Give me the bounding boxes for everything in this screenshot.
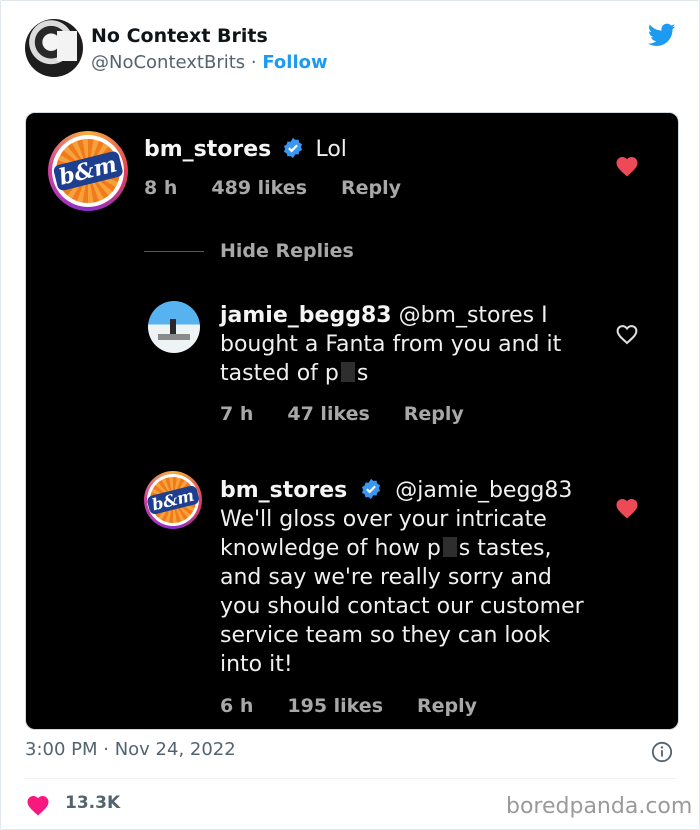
reply-jamie: jamie_begg83 @bm_stores I bought a Fanta…	[220, 301, 600, 388]
twitter-bird-icon[interactable]	[646, 21, 678, 49]
reply-button[interactable]: Reply	[341, 177, 401, 199]
separator: ·	[245, 52, 263, 73]
author-avatar[interactable]	[25, 19, 83, 77]
heart-icon[interactable]	[615, 497, 639, 519]
verified-icon	[362, 478, 381, 500]
comment-likes[interactable]: 47 likes	[287, 403, 369, 425]
comment-likes[interactable]: 489 likes	[211, 177, 307, 199]
reply-line-3: and say we're really sorry and	[220, 565, 552, 590]
comment-text: Lol	[315, 137, 347, 162]
comment-username[interactable]: bm_stores	[144, 137, 271, 162]
reply-button[interactable]: Reply	[404, 403, 464, 425]
heart-icon[interactable]	[26, 794, 50, 816]
reply-bm-stores: bm_stores @jamie_begg83 We'll gloss over…	[220, 476, 640, 679]
top-comment-meta: 8 h 489 likes Reply	[144, 177, 435, 199]
verified-icon	[284, 137, 303, 159]
comment-age: 7 h	[220, 403, 254, 425]
jamie-avatar[interactable]	[148, 301, 200, 353]
reply-text-1: I	[534, 303, 548, 328]
reply-mention[interactable]: @jamie_begg83	[395, 478, 572, 503]
embedded-screenshot: b&m bm_stores Lol 8 h 489 likes Reply Hide…	[25, 112, 679, 730]
reply-username[interactable]: bm_stores	[220, 478, 347, 503]
hide-replies-line	[144, 251, 204, 252]
reply-button[interactable]: Reply	[417, 695, 477, 717]
info-icon[interactable]	[651, 741, 673, 763]
reply-line-1: We'll gloss over your intricate	[220, 507, 547, 532]
watermark: boredpanda.com	[506, 794, 693, 819]
author-handle[interactable]: @NoContextBrits	[91, 52, 245, 73]
like-count[interactable]: 13.3K	[65, 793, 120, 813]
comment-age: 6 h	[220, 695, 254, 717]
comment-age: 8 h	[144, 177, 178, 199]
reply-text-3: tasted of ps	[220, 361, 369, 386]
hide-replies-button[interactable]: Hide Replies	[220, 240, 354, 262]
reply-bm-meta: 6 h 195 likes Reply	[220, 695, 511, 717]
reply-text-2: bought a Fanta from you and it	[220, 332, 562, 357]
reply-username[interactable]: jamie_begg83	[220, 303, 392, 328]
footer-divider	[25, 778, 677, 779]
censor-block	[442, 537, 457, 557]
bm-stores-avatar-small[interactable]: b&m	[144, 471, 202, 529]
reply-line-6: into it!	[220, 652, 293, 677]
heart-outline-icon[interactable]	[615, 323, 639, 345]
reply-line-4: you should contact our customer	[220, 594, 584, 619]
author-display-name[interactable]: No Context Brits	[91, 25, 268, 47]
reply-mention[interactable]: @bm_stores	[399, 303, 535, 328]
tweet-timestamp[interactable]: 3:00 PM · Nov 24, 2022	[25, 739, 236, 760]
reply-line-2: knowledge of how ps tastes,	[220, 536, 552, 561]
bm-stores-avatar[interactable]: b&m	[48, 131, 128, 211]
top-comment: bm_stores Lol	[144, 135, 347, 164]
follow-button[interactable]: Follow	[262, 52, 327, 73]
comment-likes[interactable]: 195 likes	[287, 695, 383, 717]
author-handle-line: @NoContextBrits · Follow	[91, 52, 328, 73]
censor-block	[340, 362, 355, 382]
reply-line-5: service team so they can look	[220, 623, 551, 648]
reply-jamie-meta: 7 h 47 likes Reply	[220, 403, 498, 425]
tweet-card: No Context Brits @NoContextBrits · Follo…	[0, 0, 700, 830]
heart-icon[interactable]	[615, 155, 639, 177]
